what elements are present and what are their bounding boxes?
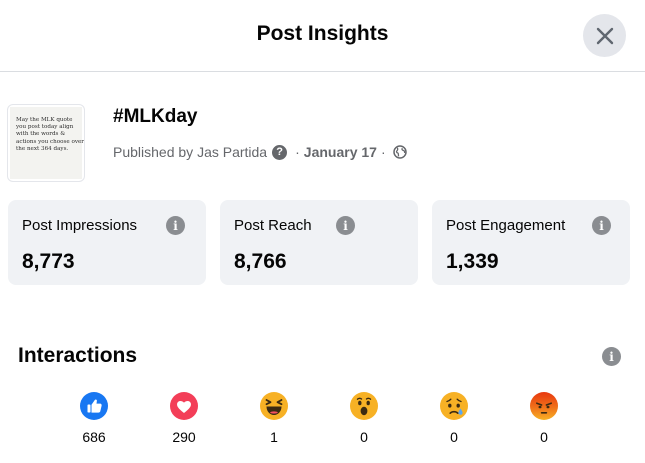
post-date[interactable]: January 17	[304, 144, 377, 160]
sad-icon	[440, 392, 468, 420]
metric-card-reach: Post Reach i 8,766	[220, 200, 418, 285]
reaction-count: 0	[540, 429, 548, 445]
like-icon	[80, 392, 108, 420]
dialog-title: Post Insights	[256, 22, 389, 45]
haha-icon	[260, 392, 288, 420]
reaction-love: 290	[159, 392, 209, 445]
reaction-like: 686	[69, 392, 119, 445]
interactions-title: Interactions	[18, 344, 138, 367]
thumbnail-quote-text: May the MLK quote you post today align w…	[16, 117, 84, 152]
reaction-wow: 0	[339, 392, 389, 445]
post-thumbnail[interactable]: May the MLK quote you post today align w…	[8, 105, 84, 181]
post-title: #MLKday	[113, 106, 198, 127]
post-meta: Published by Jas Partida ? · January 17 …	[113, 144, 407, 160]
dialog-header: Post Insights	[0, 0, 645, 72]
globe-icon	[392, 145, 407, 159]
info-icon[interactable]: i	[592, 216, 611, 235]
metric-value: 8,766	[234, 250, 287, 273]
reaction-angry: 0	[519, 392, 569, 445]
thumbnail-image: May the MLK quote you post today align w…	[10, 107, 84, 179]
metric-label: Post Reach	[234, 217, 312, 234]
close-button[interactable]	[583, 14, 626, 57]
metric-value: 1,339	[446, 250, 499, 273]
metric-value: 8,773	[22, 250, 75, 273]
metric-card-impressions: Post Impressions i 8,773	[8, 200, 206, 285]
reaction-count: 1	[270, 429, 278, 445]
wow-icon	[350, 392, 378, 420]
metric-label: Post Impressions	[22, 217, 138, 234]
meta-separator: ·	[295, 144, 300, 160]
reaction-count: 686	[82, 429, 106, 445]
reaction-sad: 0	[429, 392, 479, 445]
reaction-count: 0	[450, 429, 458, 445]
reaction-count: 0	[360, 429, 368, 445]
angry-icon	[530, 392, 558, 420]
metric-label: Post Engagement	[446, 217, 566, 234]
info-icon[interactable]: i	[602, 347, 621, 366]
close-icon	[596, 27, 613, 44]
published-prefix: Published by	[113, 144, 194, 160]
love-icon	[170, 392, 198, 420]
reaction-haha: 1	[249, 392, 299, 445]
author-name[interactable]: Jas Partida	[197, 144, 267, 160]
info-icon[interactable]: i	[336, 216, 355, 235]
question-icon[interactable]: ?	[272, 144, 288, 160]
meta-separator: ·	[380, 144, 386, 160]
reaction-count: 290	[172, 429, 196, 445]
info-icon[interactable]: i	[166, 216, 185, 235]
metric-card-engagement: Post Engagement i 1,339	[432, 200, 630, 285]
